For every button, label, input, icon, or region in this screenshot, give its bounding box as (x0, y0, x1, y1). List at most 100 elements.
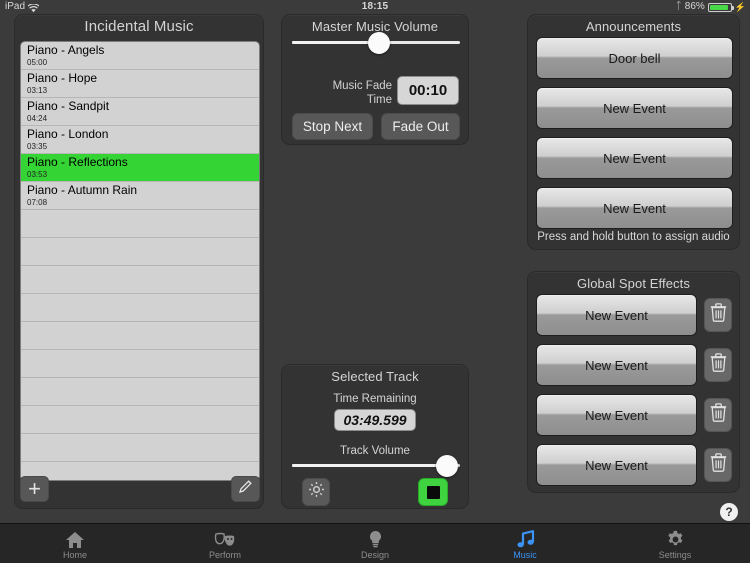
master-music-volume-panel: Master Music Volume Music Fade Time 00:1… (281, 14, 469, 145)
panel-title-selected-track: Selected Track (331, 369, 419, 384)
panel-title-spot-effects: Global Spot Effects (577, 276, 690, 291)
battery-icon (707, 2, 734, 12)
tab-label: Home (62, 550, 87, 560)
panel-title-master-volume: Master Music Volume (311, 19, 439, 34)
track-name: Piano - Hope (27, 71, 98, 85)
track-list-empty-row[interactable] (21, 378, 259, 406)
tab-music[interactable]: Music (450, 524, 600, 563)
announcements-panel: Announcements Door bell New Event New Even… (527, 14, 740, 250)
panel-title-announcements: Announcements (585, 19, 682, 34)
track-list[interactable]: Piano - Angels 05:00 Piano - Hope 03:13 Pian… (20, 41, 260, 481)
status-bar-clock: 18:15 (361, 1, 389, 12)
master-volume-knob[interactable] (368, 31, 391, 54)
track-list-item[interactable]: Piano - Angels 05:00 (21, 42, 259, 70)
gear-icon (307, 480, 326, 504)
track-duration: 03:53 (27, 170, 48, 179)
track-list-empty-row[interactable] (21, 434, 259, 462)
track-list-empty-row[interactable] (21, 266, 259, 294)
track-duration: 05:00 (27, 58, 48, 67)
spot-effect-button[interactable]: New Event (536, 294, 697, 336)
tab-perform[interactable]: Perform (150, 524, 300, 563)
time-remaining-label: Time Remaining (333, 393, 417, 405)
music-fade-time-label: Music Fade Time (332, 80, 392, 106)
delete-spot-effect-button[interactable] (704, 298, 732, 332)
track-list-footer: + (20, 476, 260, 502)
trash-icon (710, 303, 727, 327)
tab-bar: Home Perform Design Music Settings (0, 523, 750, 563)
gear-icon (666, 529, 685, 549)
time-remaining-value: 03:49.599 (334, 409, 416, 431)
home-icon (65, 529, 85, 549)
track-list-empty-row[interactable] (21, 294, 259, 322)
track-volume-knob[interactable] (435, 454, 458, 477)
track-list-item[interactable]: Piano - Hope 03:13 (21, 70, 259, 98)
announcement-button[interactable]: Door bell (536, 37, 733, 79)
spot-effect-button[interactable]: New Event (536, 394, 697, 436)
music-note-icon (516, 529, 535, 549)
add-track-button[interactable]: + (20, 476, 49, 502)
tab-design[interactable]: Design (300, 524, 450, 563)
trash-icon (710, 403, 727, 427)
edit-track-button[interactable] (231, 476, 260, 502)
track-name: Piano - Sandpit (27, 99, 110, 113)
announcements-hint: Press and hold button to assign audio (537, 231, 730, 243)
track-list-item[interactable]: Piano - Sandpit 04:24 (21, 98, 259, 126)
track-duration: 03:13 (27, 86, 48, 95)
track-volume-label: Track Volume (340, 445, 410, 457)
status-bar: iPad 18:15 ᛏ 86% ⚡ (0, 0, 750, 14)
pencil-icon (237, 478, 254, 500)
trash-icon (710, 353, 727, 377)
track-name: Piano - Reflections (27, 155, 128, 169)
stop-next-button[interactable]: Stop Next (292, 113, 373, 140)
global-spot-effects-panel: Global Spot Effects New Event New Event Ne… (527, 271, 740, 493)
track-list-empty-row[interactable] (21, 350, 259, 378)
track-list-empty-row[interactable] (21, 238, 259, 266)
delete-spot-effect-button[interactable] (704, 448, 732, 482)
spot-effect-button[interactable]: New Event (536, 444, 697, 486)
spot-effect-button[interactable]: New Event (536, 344, 697, 386)
delete-spot-effect-button[interactable] (704, 348, 732, 382)
selected-track-panel: Selected Track Time Remaining 03:49.599 … (281, 364, 469, 509)
bulb-icon (368, 529, 383, 549)
delete-spot-effect-button[interactable] (704, 398, 732, 432)
stop-track-button[interactable] (418, 478, 448, 506)
track-list-item[interactable]: Piano - London 03:35 (21, 126, 259, 154)
panel-title-incidental-music: Incidental Music (84, 18, 194, 35)
track-volume-slider[interactable] (292, 454, 460, 477)
track-settings-button[interactable] (302, 478, 330, 506)
master-volume-slider[interactable] (292, 31, 460, 54)
track-list-empty-row[interactable] (21, 210, 259, 238)
status-bar-right: ᛏ 86% ⚡ (676, 0, 746, 14)
tab-label: Design (360, 550, 389, 560)
tab-settings[interactable]: Settings (600, 524, 750, 563)
incidental-music-panel: Incidental Music Piano - Angels 05:00 Pian… (14, 14, 264, 509)
tab-label: Perform (208, 550, 241, 560)
tab-label: Music (513, 550, 537, 560)
announcement-button[interactable]: New Event (536, 87, 733, 129)
help-button[interactable]: ? (720, 503, 738, 521)
track-list-item[interactable]: Piano - Autumn Rain 07:08 (21, 182, 259, 210)
plus-icon: + (28, 476, 41, 501)
battery-percent: 86% (684, 1, 705, 12)
fade-out-button[interactable]: Fade Out (381, 113, 460, 140)
plug-icon: ⚡ (734, 2, 746, 12)
track-name: Piano - Autumn Rain (27, 183, 138, 197)
track-duration: 07:08 (27, 198, 48, 207)
track-name: Piano - London (27, 127, 109, 141)
track-duration: 04:24 (27, 114, 48, 123)
tab-home[interactable]: Home (0, 524, 150, 563)
stop-square-icon (426, 485, 440, 499)
track-list-empty-row[interactable] (21, 406, 259, 434)
masks-icon (214, 529, 236, 549)
app-root: iPad 18:15 ᛏ 86% ⚡ Incidental Music Pian… (0, 0, 750, 563)
track-duration: 03:35 (27, 142, 48, 151)
track-list-empty-row[interactable] (21, 322, 259, 350)
trash-icon (710, 453, 727, 477)
announcement-button[interactable]: New Event (536, 137, 733, 179)
track-name: Piano - Angels (27, 43, 105, 57)
bluetooth-icon: ᛏ (675, 1, 682, 12)
tab-label: Settings (658, 550, 692, 560)
announcement-button[interactable]: New Event (536, 187, 733, 229)
track-list-item[interactable]: Piano - Reflections 03:53 (21, 154, 259, 182)
music-fade-time-value[interactable]: 00:10 (397, 76, 459, 105)
